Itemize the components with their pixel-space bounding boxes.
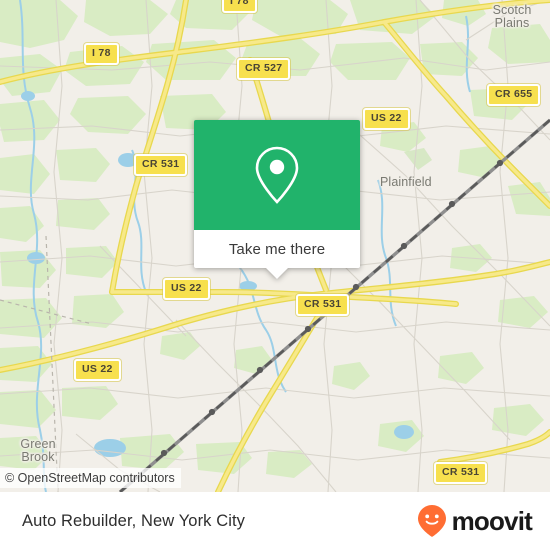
road-shield-us22-north[interactable]: US 22	[363, 108, 410, 130]
road-shield-cr527[interactable]: CR 527	[237, 58, 291, 80]
moovit-wordmark: moovit	[451, 506, 533, 536]
attribution-text: © OpenStreetMap contributors	[5, 471, 175, 485]
road-shield-i78-north[interactable]: I 78	[222, 0, 257, 13]
moovit-smiling-pin-icon	[417, 505, 446, 537]
take-me-there-label: Take me there	[228, 240, 326, 258]
road-shield-us22-southwest[interactable]: US 22	[74, 359, 121, 381]
road-shield-i78-west[interactable]: I 78	[84, 43, 119, 65]
moovit-brand[interactable]: moovit	[417, 504, 533, 538]
popup-image-area	[194, 120, 360, 230]
road-shield-cr531-west[interactable]: CR 531	[134, 154, 188, 176]
road-shield-cr655[interactable]: CR 655	[487, 84, 541, 106]
road-shield-us22-middle[interactable]: US 22	[163, 278, 210, 300]
popup-pointer-tail	[266, 268, 288, 279]
screenshot-root: Scotch Plains Plainfield Green Brook I 7…	[0, 0, 550, 550]
map-popup-card[interactable]: Take me there	[194, 120, 360, 279]
road-shield-cr531-center[interactable]: CR 531	[296, 294, 350, 316]
take-me-there-button[interactable]: Take me there	[194, 230, 360, 268]
road-shield-cr531-southeast[interactable]: CR 531	[434, 462, 488, 484]
location-title: Auto Rebuilder, New York City	[22, 511, 246, 530]
map-attribution[interactable]: © OpenStreetMap contributors	[0, 468, 181, 488]
map-pin-icon	[255, 146, 299, 204]
footer-bar: Auto Rebuilder, New York City moovit	[0, 492, 550, 550]
map-canvas[interactable]: Scotch Plains Plainfield Green Brook I 7…	[0, 0, 550, 492]
